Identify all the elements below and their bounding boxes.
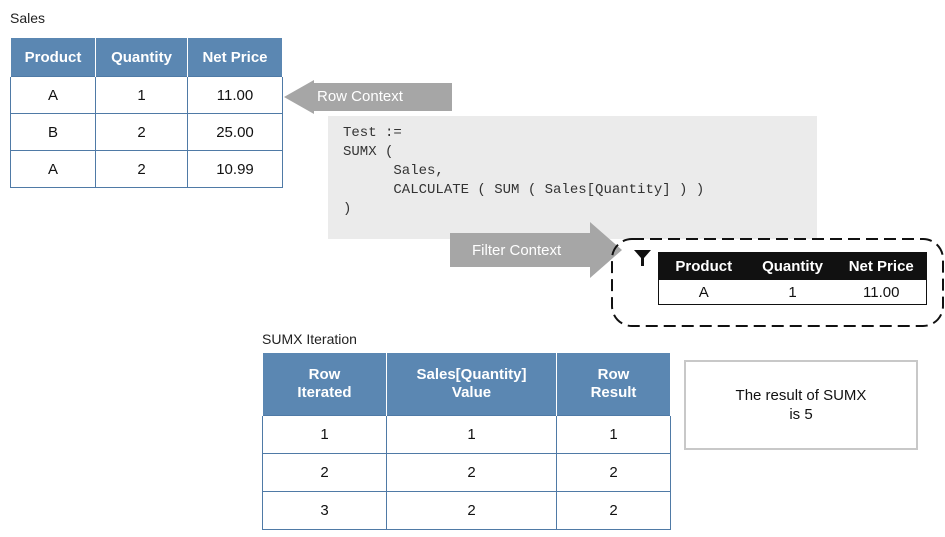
table-row: 2 2 2 [262,453,671,492]
table-cell: 11.00 [187,76,283,114]
sales-header-quantity: Quantity [95,37,188,77]
table-cell: 25.00 [187,113,283,151]
table-cell: 3 [262,491,387,530]
table-cell: 2 [386,453,557,492]
sales-header-net-price: Net Price [187,37,283,77]
table-cell: 1 [788,283,797,301]
table-cell: 2 [556,491,671,530]
table-row: A 1 11.00 [10,76,283,114]
table-cell: 2 [95,113,188,151]
iteration-table: Row Iterated Sales[Quantity] Value Row R… [262,352,671,530]
table-row: A 2 10.99 [10,150,283,188]
table-row: 3 2 2 [262,491,671,530]
table-cell: A [10,76,96,114]
dax-code: Test := SUMX ( Sales, CALCULATE ( SUM ( … [343,125,705,217]
result-text: The result of SUMX is 5 [735,387,867,423]
table-cell: 10.99 [187,150,283,188]
table-cell: A [698,283,709,301]
sales-header-product: Product [10,37,96,77]
table-row: A 1 11.00 [659,280,927,305]
table-cell: 2 [556,453,671,492]
iteration-header-quantity-value: Sales[Quantity] Value [386,352,557,416]
iteration-caption: SUMX Iteration [262,331,357,347]
filter-context-label: Filter Context [472,242,562,259]
table-cell: 11.00 [863,283,900,301]
filter-header-quantity: Quantity [748,252,837,280]
filter-table: Product Quantity Net Price A 1 11.00 [658,252,927,305]
table-cell: 1 [262,415,387,454]
table-cell: B [10,113,96,151]
iteration-header-row-result: Row Result [556,352,671,416]
filter-icon [634,250,651,266]
iteration-header-row-iterated: Row Iterated [262,352,387,416]
table-cell: 2 [386,491,557,530]
table-cell: 1 [556,415,671,454]
table-cell: A [10,150,96,188]
filter-header-product: Product [658,252,749,280]
table-cell: 1 [95,76,188,114]
result-box: The result of SUMX is 5 [684,360,918,450]
table-cell: 2 [95,150,188,188]
sales-table: Product Quantity Net Price A 1 11.00 B 2… [10,37,283,188]
table-row: B 2 25.00 [10,113,283,151]
filter-header-net-price: Net Price [836,252,927,280]
row-context-label: Row Context [317,88,403,105]
sales-caption: Sales [10,10,46,26]
table-cell: 2 [262,453,387,492]
table-cell: 1 [386,415,557,454]
table-row: 1 1 1 [262,415,671,454]
